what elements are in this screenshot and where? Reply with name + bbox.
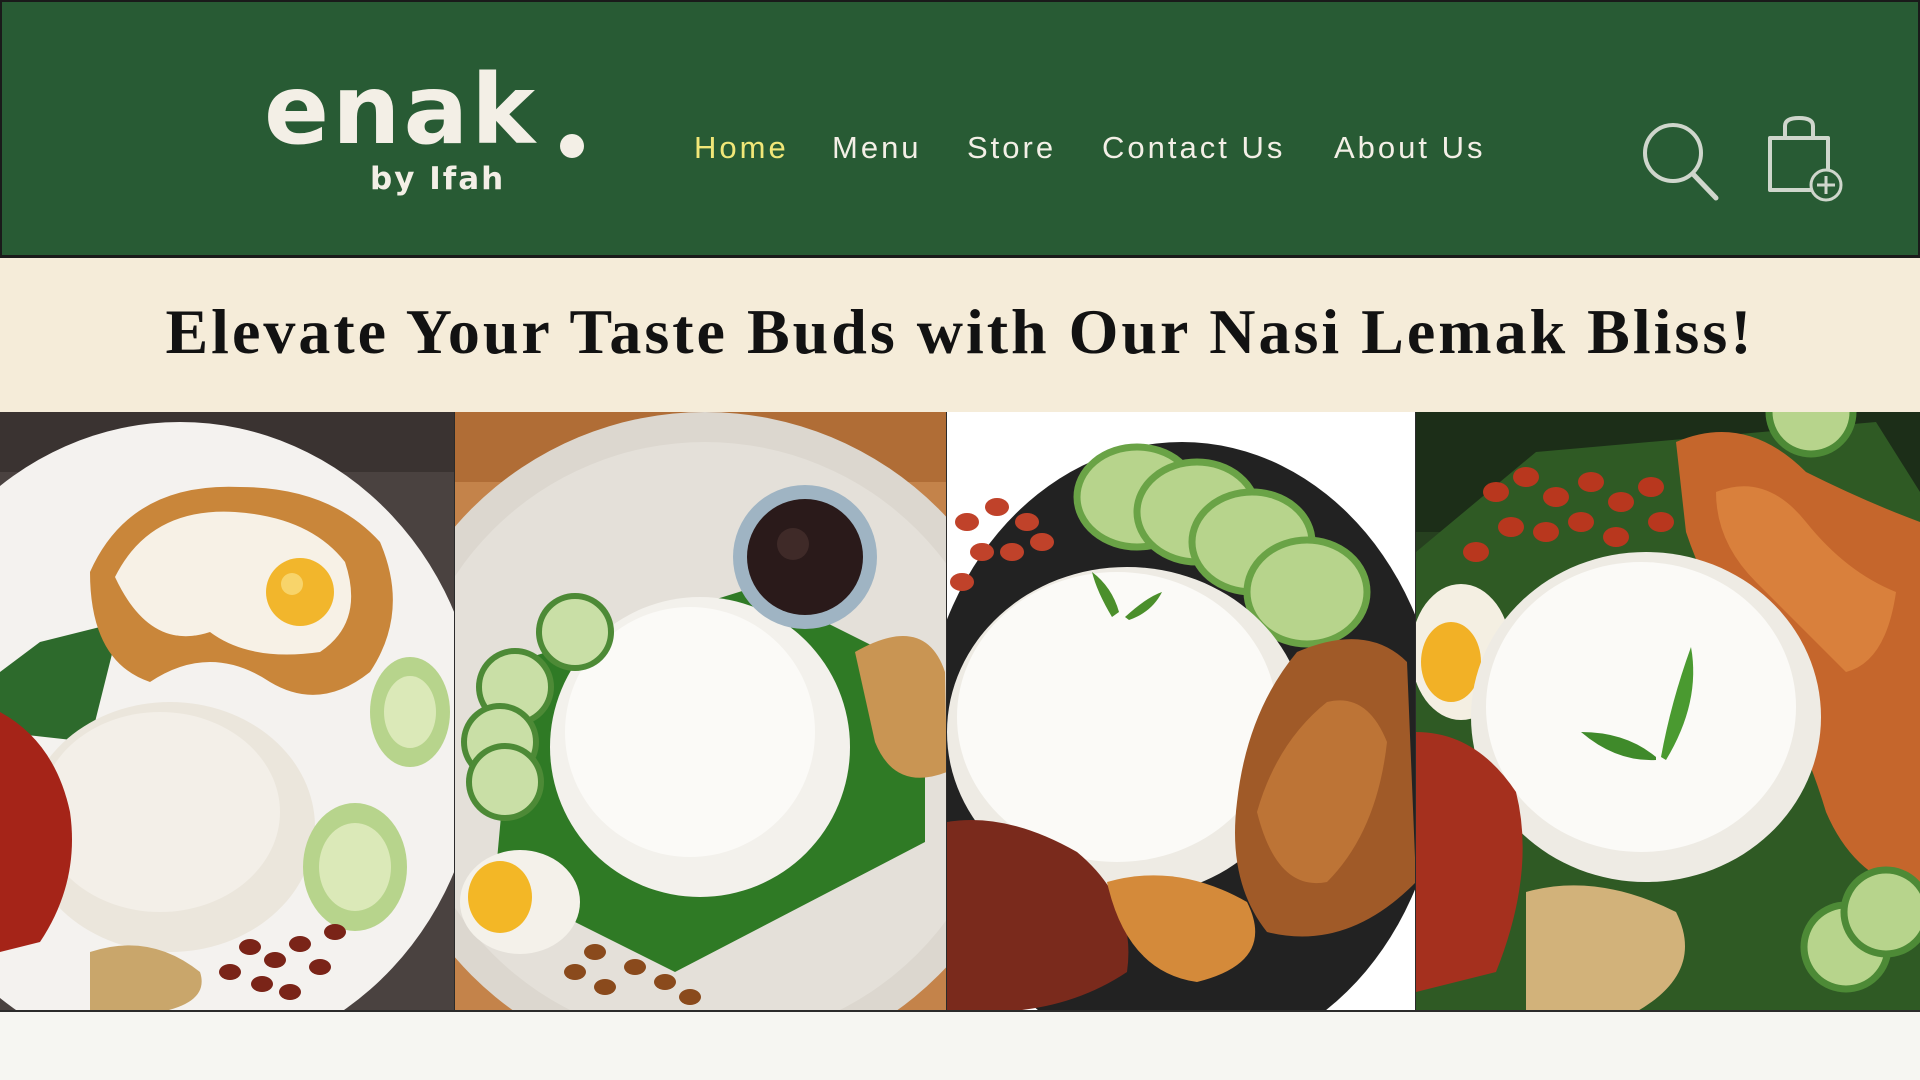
nav-item-about-us[interactable]: About Us xyxy=(1334,130,1486,166)
shopping-bag-add-icon[interactable] xyxy=(1764,112,1846,204)
nasi-lemak-photo-1 xyxy=(0,412,455,1012)
nav-item-contact-us[interactable]: Contact Us xyxy=(1102,130,1285,166)
hero-headline: Elevate Your Taste Buds with Our Nasi Le… xyxy=(165,296,1755,367)
site-header: enak by Ifah Home Menu Store Contact Us … xyxy=(0,0,1920,258)
food-gallery xyxy=(0,412,1920,1012)
brand-dot xyxy=(560,134,584,158)
nav-item-menu[interactable]: Menu xyxy=(832,130,922,166)
hero-banner: Elevate Your Taste Buds with Our Nasi Le… xyxy=(0,258,1920,412)
brand-tagline: by Ifah xyxy=(370,161,506,197)
nasi-lemak-photo-2 xyxy=(455,412,947,1012)
brand-name: enak xyxy=(264,54,539,166)
nav-item-home[interactable]: Home xyxy=(694,130,789,166)
nasi-lemak-photo-3 xyxy=(947,412,1416,1012)
brand-logo[interactable]: enak by Ifah xyxy=(264,62,594,212)
nav-item-store[interactable]: Store xyxy=(967,130,1056,166)
search-icon[interactable] xyxy=(1640,120,1720,202)
gallery-bottom-border xyxy=(0,1010,1920,1012)
nasi-lemak-photo-4 xyxy=(1416,412,1920,1012)
